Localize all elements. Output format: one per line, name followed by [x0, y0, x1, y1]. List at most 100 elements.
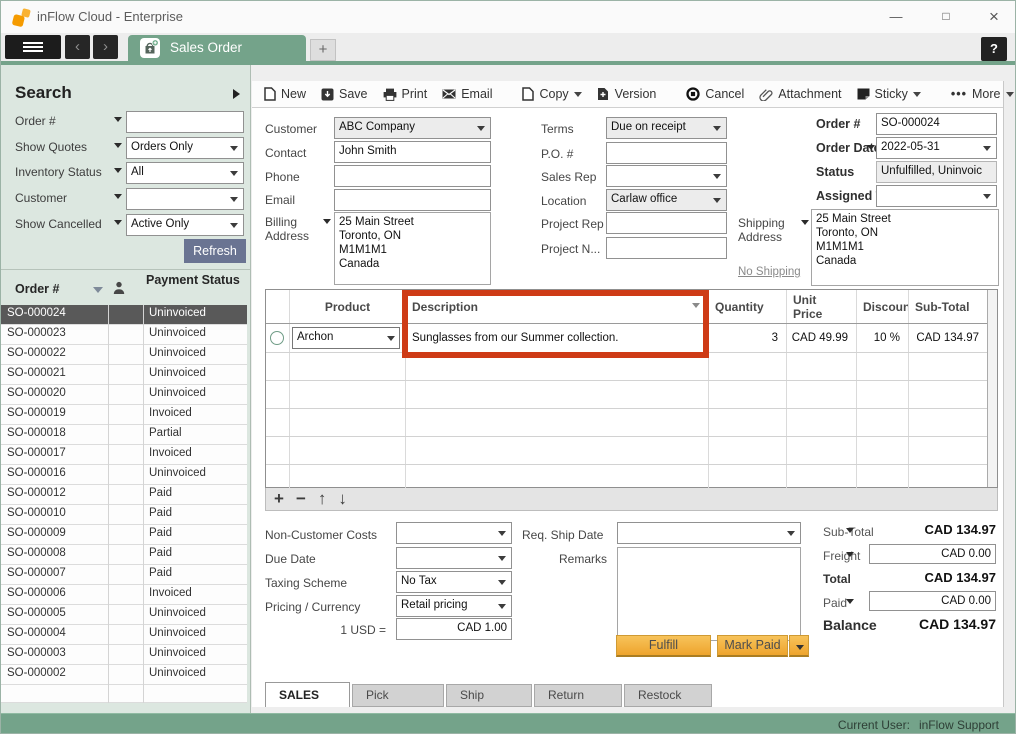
description-header-caret-icon[interactable]	[692, 303, 700, 312]
empty-item-row[interactable]	[266, 381, 997, 409]
fulfill-button[interactable]: Fulfill	[616, 635, 711, 657]
move-row-down-button[interactable]: ↓	[338, 489, 347, 509]
discount-cell[interactable]: 10 %	[857, 324, 909, 352]
filter-order-caret-icon[interactable]	[114, 117, 122, 126]
terms-select[interactable]: Due on receipt	[606, 117, 727, 139]
close-button[interactable]: ×	[977, 1, 1011, 32]
req-ship-date-select[interactable]	[617, 522, 801, 544]
order-row[interactable]: SO-000003Uninvoiced	[1, 645, 247, 665]
maximize-button[interactable]: □	[929, 1, 963, 32]
tab-pick[interactable]: Pick	[352, 684, 444, 707]
order-date-caret-icon[interactable]	[867, 145, 875, 154]
copy-button[interactable]: Copy	[522, 87, 581, 101]
remove-row-button[interactable]: −	[296, 489, 306, 509]
billing-address-box[interactable]: 25 Main Street Toronto, ON M1M1M1 Canada	[334, 212, 491, 285]
assigned-to-select[interactable]	[876, 185, 997, 207]
usd-rate-input[interactable]: CAD 1.00	[396, 618, 512, 640]
unit-price-cell[interactable]: CAD 49.99	[787, 324, 857, 352]
project-rep-input[interactable]	[606, 212, 727, 234]
empty-item-row[interactable]	[266, 353, 997, 381]
payment-column-header[interactable]: Payment Status	[146, 273, 241, 288]
row-selector-header[interactable]	[266, 290, 290, 323]
items-scrollbar[interactable]	[987, 290, 997, 487]
order-row[interactable]: SO-000019Invoiced	[1, 405, 247, 425]
location-select[interactable]: Carlaw office	[606, 189, 727, 211]
shipping-address-caret-icon[interactable]	[801, 220, 809, 229]
order-number-input[interactable]: SO-000024	[876, 113, 997, 135]
back-button[interactable]: ‹	[65, 35, 90, 59]
sticky-caret-icon[interactable]	[913, 92, 921, 101]
order-row[interactable]: SO-000008Paid	[1, 545, 247, 565]
description-column-header[interactable]: Description	[406, 290, 709, 323]
quantity-cell[interactable]: 3	[709, 324, 787, 352]
order-row[interactable]: SO-000023Uninvoiced	[1, 325, 247, 345]
pricing-currency-select[interactable]: Retail pricing	[396, 595, 512, 617]
filter-inventory-select[interactable]: All	[126, 162, 244, 184]
order-row[interactable]: SO-000016Uninvoiced	[1, 465, 247, 485]
subtotal-cell[interactable]: CAD 134.97	[909, 324, 987, 352]
sticky-button[interactable]: Sticky	[857, 87, 921, 101]
order-date-select[interactable]: 2022-05-31	[876, 137, 997, 159]
tab-sales[interactable]: SALES	[265, 682, 350, 707]
discount-column-header[interactable]: Discount	[857, 290, 909, 323]
help-button[interactable]: ?	[981, 37, 1007, 61]
add-row-button[interactable]: +	[274, 489, 284, 509]
po-number-input[interactable]	[606, 142, 727, 164]
sort-descending-icon[interactable]	[93, 287, 103, 298]
filter-order-input[interactable]	[126, 111, 244, 133]
order-row[interactable]: SO-000010Paid	[1, 505, 247, 525]
order-row[interactable]: SO-000009Paid	[1, 525, 247, 545]
tab-return[interactable]: Return	[534, 684, 622, 707]
more-caret-icon[interactable]	[1006, 92, 1014, 101]
non-customer-costs-select[interactable]	[396, 522, 512, 544]
order-row[interactable]: SO-000020Uninvoiced	[1, 385, 247, 405]
orders-column-header[interactable]: Order #	[15, 282, 59, 296]
paid-input[interactable]: CAD 0.00	[869, 591, 996, 611]
order-row[interactable]: SO-000004Uninvoiced	[1, 625, 247, 645]
new-tab-button[interactable]: +	[310, 39, 336, 61]
collapse-panel-icon[interactable]	[233, 89, 245, 99]
forward-button[interactable]: ›	[93, 35, 118, 59]
order-row[interactable]: SO-000024Uninvoiced	[1, 305, 247, 325]
phone-input[interactable]	[334, 165, 491, 187]
order-row[interactable]: SO-000012Paid	[1, 485, 247, 505]
description-cell[interactable]: Sunglasses from our Summer collection.	[406, 324, 709, 352]
project-n-input[interactable]	[606, 237, 727, 259]
version-button[interactable]: Version	[597, 87, 657, 101]
remarks-textarea[interactable]	[617, 547, 801, 641]
attachment-button[interactable]: Attachment	[759, 87, 841, 101]
billing-address-caret-icon[interactable]	[323, 219, 331, 228]
cancel-button[interactable]: Cancel	[686, 87, 744, 101]
minimize-button[interactable]: —	[879, 1, 913, 32]
tab-restock[interactable]: Restock	[624, 684, 712, 707]
freight-input[interactable]: CAD 0.00	[869, 544, 996, 564]
new-button[interactable]: New	[264, 87, 306, 101]
order-row[interactable]: SO-000021Uninvoiced	[1, 365, 247, 385]
print-button[interactable]: Print	[383, 87, 428, 101]
tab-sales-order[interactable]: Sales Order	[128, 35, 306, 61]
row-selector-cell[interactable]	[266, 324, 290, 352]
no-shipping-link[interactable]: No Shipping	[738, 266, 801, 278]
email-input[interactable]	[334, 189, 491, 211]
paid-caret-icon[interactable]	[846, 599, 854, 608]
order-row[interactable]: SO-000007Paid	[1, 565, 247, 585]
taxing-scheme-select[interactable]: No Tax	[396, 571, 512, 593]
empty-item-row[interactable]	[266, 409, 997, 437]
filter-inventory-caret-icon[interactable]	[114, 168, 122, 177]
order-row[interactable]: SO-000017Invoiced	[1, 445, 247, 465]
product-cell[interactable]: Archon	[290, 324, 406, 352]
contact-input[interactable]: John Smith	[334, 141, 491, 163]
quantity-column-header[interactable]: Quantity	[709, 290, 787, 323]
refresh-button[interactable]: Refresh	[184, 239, 246, 263]
move-row-up-button[interactable]: ↑	[318, 489, 327, 509]
unit-price-column-header[interactable]: Unit Price	[787, 290, 857, 323]
mark-paid-button[interactable]: Mark Paid	[717, 635, 788, 657]
subtotal-column-header[interactable]: Sub-Total	[909, 290, 987, 323]
filter-cancelled-select[interactable]: Active Only	[126, 214, 244, 236]
shipping-address-box[interactable]: 25 Main Street Toronto, ON M1M1M1 Canada	[811, 209, 999, 286]
copy-caret-icon[interactable]	[574, 92, 582, 101]
subtotal-caret-icon[interactable]	[846, 528, 854, 537]
order-row[interactable]: SO-000005Uninvoiced	[1, 605, 247, 625]
tab-ship[interactable]: Ship	[446, 684, 532, 707]
row-radio-icon[interactable]	[270, 331, 284, 345]
